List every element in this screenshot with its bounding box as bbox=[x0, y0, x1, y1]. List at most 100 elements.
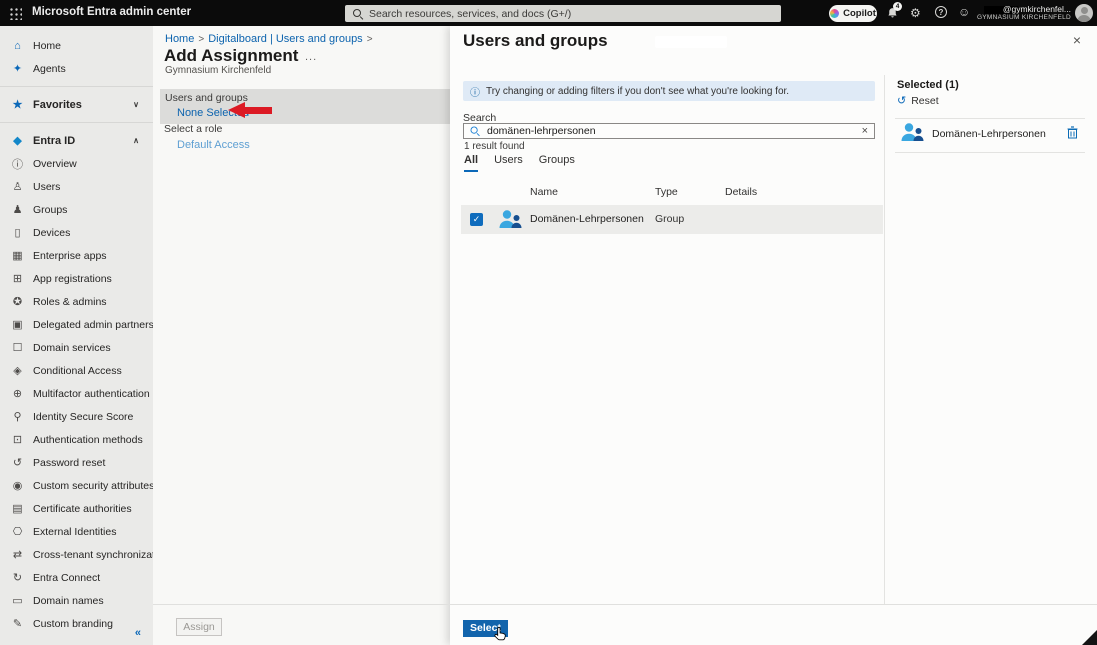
sidebar-item-custom-security-attributes[interactable]: ◉Custom security attributes bbox=[0, 474, 153, 497]
sidebar-item-domain-services[interactable]: ☐Domain services bbox=[0, 336, 153, 359]
custom-security-attributes-icon: ◉ bbox=[10, 479, 25, 492]
table-header: Name Type Details bbox=[461, 186, 883, 202]
enterprise-apps-icon: ▦ bbox=[10, 249, 25, 262]
devices-icon: ▯ bbox=[10, 226, 25, 239]
tab-groups[interactable]: Groups bbox=[539, 154, 575, 172]
sidebar-item-roles-admins[interactable]: ✪Roles & admins bbox=[0, 290, 153, 313]
corner-resize-mark bbox=[1082, 630, 1097, 645]
sidebar-divider bbox=[0, 122, 153, 123]
account-menu[interactable]: @gymkirchenfel... GYMNASIUM KIRCHENFELD bbox=[977, 4, 1071, 22]
reset-button[interactable]: ↺ Reset bbox=[897, 95, 939, 107]
global-search-input[interactable]: Search resources, services, and docs (G+… bbox=[345, 5, 781, 22]
red-arrow-annotation bbox=[228, 102, 272, 119]
role-value-link[interactable]: Default Access bbox=[177, 139, 250, 151]
reset-icon: ↺ bbox=[897, 96, 906, 107]
sidebar-item-overview[interactable]: ⓘOverview bbox=[0, 152, 153, 175]
footer-divider bbox=[153, 604, 1097, 605]
group-icon bbox=[899, 122, 925, 143]
domain-names-icon: ▭ bbox=[10, 594, 25, 607]
table-row[interactable]: ✓ Domänen-Lehrpersonen Group bbox=[461, 205, 883, 234]
help-icon[interactable]: ? bbox=[935, 6, 947, 18]
row-name: Domänen-Lehrpersonen bbox=[530, 213, 644, 225]
row-type: Group bbox=[655, 213, 684, 225]
overview-icon: ⓘ bbox=[10, 156, 25, 172]
more-options-icon[interactable]: ... bbox=[305, 51, 317, 63]
select-role-label: Select a role bbox=[164, 123, 222, 135]
copilot-button[interactable]: Copilot bbox=[829, 5, 877, 22]
sidebar-item-favorites[interactable]: ★ Favorites ∨ bbox=[0, 93, 153, 116]
identity-secure-score-icon: ⚲ bbox=[10, 410, 25, 423]
sidebar-nav: ⌂ Home ✦ Agents ★ Favorites ∨ ◆ Entra ID… bbox=[0, 26, 153, 645]
chevron-up-icon: ∧ bbox=[133, 136, 139, 145]
breadcrumb-digitalboard[interactable]: Digitalboard | Users and groups bbox=[208, 33, 363, 45]
custom-branding-icon: ✎ bbox=[10, 617, 25, 630]
info-banner-text: Try changing or adding filters if you do… bbox=[486, 86, 789, 97]
reset-label: Reset bbox=[911, 95, 938, 107]
avatar[interactable] bbox=[1075, 4, 1093, 22]
sidebar-item-authentication-methods[interactable]: ⊡Authentication methods bbox=[0, 428, 153, 451]
sidebar-item-conditional-access[interactable]: ◈Conditional Access bbox=[0, 359, 153, 382]
sidebar-item-devices[interactable]: ▯Devices bbox=[0, 221, 153, 244]
sidebar-item-identity-secure-score[interactable]: ⚲Identity Secure Score bbox=[0, 405, 153, 428]
agents-icon: ✦ bbox=[10, 62, 25, 75]
sidebar-item-entra-connect[interactable]: ↻Entra Connect bbox=[0, 566, 153, 589]
conditional-access-icon: ◈ bbox=[10, 364, 25, 377]
panel-search-input[interactable]: domänen-lehrpersonen × bbox=[463, 123, 875, 139]
sidebar-item-domain-names[interactable]: ▭Domain names bbox=[0, 589, 153, 612]
multifactor-authentication-icon: ⊕ bbox=[10, 387, 25, 400]
account-org: GYMNASIUM KIRCHENFELD bbox=[977, 14, 1071, 22]
panel-vertical-divider bbox=[884, 75, 885, 605]
selected-title: Selected (1) bbox=[897, 79, 959, 91]
sidebar-item-users[interactable]: ♙Users bbox=[0, 175, 153, 198]
sidebar-item-entra-id[interactable]: ◆ Entra ID ∧ bbox=[0, 129, 153, 152]
sidebar-item-cross-tenant-synchronization[interactable]: ⇄Cross-tenant synchronization bbox=[0, 543, 153, 566]
users-groups-field: Users and groups None Selected bbox=[160, 89, 450, 124]
selected-divider bbox=[895, 152, 1085, 153]
add-assignment-blade: Home>Digitalboard | Users and groups> Ad… bbox=[153, 26, 450, 645]
topbar: Microsoft Entra admin center Search reso… bbox=[0, 0, 1097, 26]
sidebar-item-groups[interactable]: ♟Groups bbox=[0, 198, 153, 221]
sidebar-item-enterprise-apps[interactable]: ▦Enterprise apps bbox=[0, 244, 153, 267]
selected-divider bbox=[895, 118, 1085, 119]
settings-gear-icon[interactable]: ⚙ bbox=[910, 7, 921, 20]
tab-users[interactable]: Users bbox=[494, 154, 523, 172]
cross-tenant-synchronization-icon: ⇄ bbox=[10, 548, 25, 561]
row-checkbox-checked[interactable]: ✓ bbox=[470, 213, 483, 226]
app-launcher-icon[interactable] bbox=[9, 7, 22, 20]
entra-admin-center: Microsoft Entra admin center Search reso… bbox=[0, 0, 1097, 645]
result-count: 1 result found bbox=[464, 141, 525, 152]
sidebar-item-certificate-authorities[interactable]: ▤Certificate authorities bbox=[0, 497, 153, 520]
tab-all[interactable]: All bbox=[464, 154, 478, 172]
panel-title: Users and groups bbox=[463, 31, 608, 51]
delegated-admin-partners-icon: ▣ bbox=[10, 318, 25, 331]
breadcrumb-home[interactable]: Home bbox=[165, 33, 194, 45]
close-icon[interactable]: × bbox=[1073, 33, 1081, 47]
sidebar-item-multifactor-authentication[interactable]: ⊕Multifactor authentication bbox=[0, 382, 153, 405]
trash-icon[interactable] bbox=[1067, 126, 1078, 139]
app-registrations-icon: ⊞ bbox=[10, 272, 25, 285]
clear-search-icon[interactable]: × bbox=[862, 126, 868, 136]
sidebar-item-app-registrations[interactable]: ⊞App registrations bbox=[0, 267, 153, 290]
users-groups-panel: Users and groups × ⓘ Try changing or add… bbox=[450, 26, 1097, 645]
sidebar-item-agents[interactable]: ✦ Agents bbox=[0, 57, 153, 80]
password-reset-icon: ↺ bbox=[10, 456, 25, 469]
column-type: Type bbox=[655, 186, 678, 198]
feedback-icon[interactable]: ☺ bbox=[958, 6, 970, 19]
home-icon: ⌂ bbox=[10, 40, 25, 52]
notifications-bell-icon[interactable]: 4 bbox=[886, 6, 899, 23]
authentication-methods-icon: ⊡ bbox=[10, 433, 25, 446]
entra-id-icon: ◆ bbox=[10, 134, 25, 147]
sidebar-item-external-identities[interactable]: ⎔External Identities bbox=[0, 520, 153, 543]
groups-icon: ♟ bbox=[10, 203, 25, 216]
sidebar-item-delegated-admin-partners[interactable]: ▣Delegated admin partners bbox=[0, 313, 153, 336]
sidebar-item-password-reset[interactable]: ↺Password reset bbox=[0, 451, 153, 474]
sidebar-item-custom-branding[interactable]: ✎Custom branding bbox=[0, 612, 153, 635]
chevron-down-icon: ∨ bbox=[133, 100, 139, 109]
sidebar-item-home[interactable]: ⌂ Home bbox=[0, 34, 153, 57]
portal-title[interactable]: Microsoft Entra admin center bbox=[32, 6, 191, 18]
search-value: domänen-lehrpersonen bbox=[487, 125, 855, 137]
global-search-placeholder: Search resources, services, and docs (G+… bbox=[369, 8, 571, 20]
assign-button[interactable]: Assign bbox=[176, 618, 222, 636]
column-details: Details bbox=[725, 186, 757, 198]
sidebar-collapse-icon[interactable]: « bbox=[135, 627, 141, 639]
